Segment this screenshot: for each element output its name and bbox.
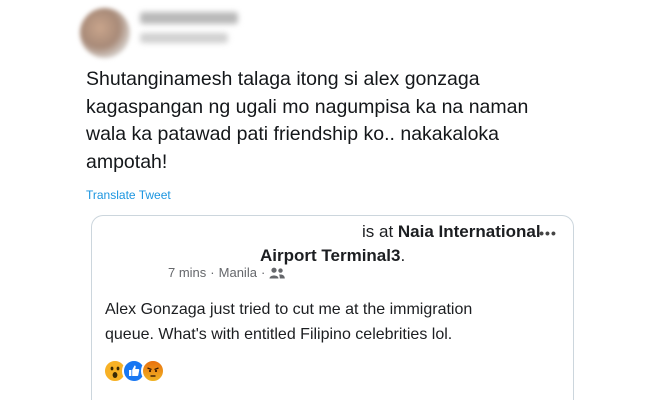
more-options-icon[interactable]: ••• [535,226,561,240]
post-header-line2: Airport Terminal3. [260,246,405,266]
post-place[interactable]: Manila [219,265,257,280]
meta-separator: · [210,265,215,280]
header-suffix: . [400,246,406,265]
tweet-text: Shutanginamesh talaga itong si alex gonz… [86,66,556,176]
post-body-line: Alex Gonzaga just tried to cut me at the… [105,301,473,318]
location-name-part2[interactable]: Airport Terminal3 [260,246,400,265]
angry-reaction-icon [141,359,165,383]
post-meta: 7 mins · Manila · [168,265,286,280]
translate-tweet-link[interactable]: Translate Tweet [86,188,171,202]
username-redacted [140,33,228,43]
tweet-text-line: wala ka patawad pati friendship ko.. nak… [86,123,500,145]
embedded-screenshot-card[interactable]: is at Naia International Airport Termina… [91,215,574,400]
tweet: Shutanginamesh talaga itong si alex gonz… [0,0,660,400]
friends-audience-icon [269,267,286,278]
post-header-line1: is at Naia International [362,222,541,242]
meta-separator: · [260,265,266,280]
tweet-text-line: kagaspangan ng ugali mo nagumpisa ka na … [86,95,529,118]
display-name-redacted[interactable] [140,12,238,24]
location-name-part1[interactable]: Naia International [398,222,541,241]
tweet-text-line: Shutanginamesh talaga itong si alex gonz… [86,68,480,90]
post-body-line: queue. What's with entitled Filipino cel… [105,326,453,343]
reactions-summary[interactable] [103,359,165,383]
tweet-text-line: ampotah! [86,150,168,173]
post-body: Alex Gonzaga just tried to cut me at the… [105,297,565,347]
post-time[interactable]: 7 mins [168,265,206,280]
avatar[interactable] [80,8,130,58]
header-prefix: is at [362,222,398,241]
